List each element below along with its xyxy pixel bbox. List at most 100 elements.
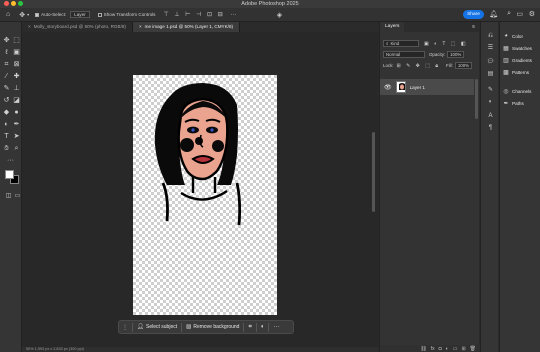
path-select-icon[interactable]: ➤	[12, 132, 21, 141]
3d-mode-icon[interactable]: ◈	[277, 11, 282, 19]
panel-menu-icon[interactable]: ≡	[472, 22, 475, 32]
frame-tool-icon[interactable]: ⊠	[12, 60, 21, 69]
tab-layers[interactable]: Layers	[380, 22, 405, 32]
hand-tool-icon[interactable]: ✋︎	[2, 144, 11, 153]
brushes-icon[interactable]: ✎	[486, 86, 495, 95]
comments-icon[interactable]: 💬︎	[486, 58, 495, 67]
add-mask-icon[interactable]: ◘	[439, 346, 442, 352]
settings-icon[interactable]: ⚙	[529, 10, 535, 18]
new-group-icon[interactable]: ▭	[453, 346, 458, 352]
align-buttons[interactable]: ⊤ ⊥ ⊢ ⊣ ⊡ ⊟	[163, 11, 224, 18]
auto-select-label: Auto-Select:	[41, 12, 67, 17]
auto-select-checkbox[interactable]: Auto-Select:	[35, 12, 66, 17]
eye-visibility-icon[interactable]: 👁︎	[384, 84, 392, 91]
portrait-drawing	[154, 83, 242, 226]
healing-brush-icon[interactable]: ✚	[12, 72, 21, 81]
trash-icon[interactable]: 🗑︎	[470, 346, 476, 352]
workspace-icon[interactable]: ▭	[516, 10, 523, 18]
filter-icons[interactable]: ▣ ◐ T ⬚ ◧	[424, 41, 468, 47]
remove-background-button[interactable]: ▨ Remove background	[186, 324, 239, 330]
eraser-tool-icon[interactable]: ◪	[12, 96, 21, 105]
type-tool-icon[interactable]: T	[2, 132, 11, 141]
lock-fill-row: Lock: ⊞ ✎ ✥ ⬚ 🔒︎ Fill: 100%	[380, 62, 480, 69]
libraries-icon[interactable]: ▤	[486, 70, 495, 79]
dodge-tool-icon[interactable]: ◐	[2, 120, 11, 129]
vertical-scrollbar[interactable]	[372, 132, 375, 212]
layers-scrollbar[interactable]	[475, 79, 478, 119]
more-options-icon[interactable]: ···	[273, 324, 279, 330]
search-icon[interactable]: ⌕	[507, 10, 511, 18]
layers-footer: ⛓︎ fx ◘ ◐ ▭ ⊞ 🗑︎	[380, 345, 480, 352]
zoom-tool-icon[interactable]: ⌕	[12, 144, 21, 153]
move-tool-icon[interactable]: ✥	[19, 11, 25, 19]
panel-gradients[interactable]: ▥ Gradients	[503, 57, 532, 64]
panel-label: Color	[512, 33, 523, 39]
link-layers-icon[interactable]: ⛓︎	[420, 346, 426, 352]
more-options-icon[interactable]: ···	[231, 12, 237, 18]
tab-molly-storyboard[interactable]: × Molly_storyboard.psd @ 50% (photo, RGB/…	[22, 22, 133, 32]
screen-mode-icon[interactable]: ▭	[13, 192, 22, 201]
object-select-icon[interactable]: ▣	[12, 48, 21, 57]
auto-select-target-dropdown[interactable]: Layer	[70, 11, 90, 18]
quick-mask-icon[interactable]: ◫	[4, 192, 13, 201]
panel-patterns[interactable]: ▩ Patterns	[503, 69, 529, 76]
artboard-tool-icon[interactable]: ⬚	[12, 36, 21, 45]
eyedropper-icon[interactable]: ⁄	[2, 72, 11, 81]
adjustment-icon[interactable]: ◐	[261, 324, 265, 330]
move-tool-icon[interactable]: ✥	[2, 36, 11, 45]
new-layer-icon[interactable]: ⊞	[461, 346, 465, 352]
blend-opacity-row: Normal Opacity: 100%	[380, 51, 480, 58]
foreground-color-swatch[interactable]	[5, 170, 14, 179]
panel-label: Patterns	[512, 70, 530, 75]
fx-icon[interactable]: fx	[431, 346, 435, 352]
color-wheel-icon: ◕	[504, 33, 508, 39]
lock-icons[interactable]: ⊞ ✎ ✥ ⬚ 🔒︎	[397, 63, 441, 69]
tab-me-image[interactable]: × me image 1.psd @ 50% (Layer 1, CMYK/8)	[132, 22, 241, 32]
panel-color[interactable]: ◕ Color	[503, 33, 523, 39]
stamp-tool-icon[interactable]: ⊥	[12, 84, 21, 93]
properties-icon[interactable]: ☰	[486, 44, 495, 53]
more-tools-icon[interactable]: ···	[6, 156, 15, 165]
paragraph-icon[interactable]: ¶	[486, 124, 495, 133]
panel-swatches[interactable]: ▦ Swatches	[503, 45, 532, 52]
lasso-tool-icon[interactable]: ℓ	[2, 48, 11, 57]
divider	[268, 322, 270, 332]
fill-field[interactable]: 100%	[454, 62, 473, 69]
photoshop-window: Adobe Photoshop 2025 ⌂ ✥ ▾ Auto-Select: …	[0, 0, 540, 352]
opacity-field[interactable]: 100%	[447, 51, 465, 58]
adjustment-layer-icon[interactable]: ◐	[446, 346, 449, 352]
layer-thumbnail	[395, 81, 406, 93]
tab-label: Molly_storyboard.psd @ 50% (photo, RGB/8…	[33, 24, 126, 29]
character-icon[interactable]: A	[486, 112, 495, 121]
checkbox-unchecked-icon	[97, 12, 102, 17]
document-canvas[interactable]	[133, 75, 277, 315]
kind-filter-dropdown[interactable]: ⌕ Kind	[383, 40, 419, 47]
layer-row[interactable]: 👁︎ Layer 1	[380, 79, 474, 95]
pen-tool-icon[interactable]: ✒	[12, 120, 21, 129]
select-subject-button[interactable]: 👤︎ Select subject	[137, 324, 177, 330]
adjustments-icon[interactable]: ◐	[486, 98, 495, 107]
history-icon[interactable]: ⎌	[486, 32, 495, 41]
history-brush-icon[interactable]: ↺	[2, 96, 11, 105]
panel-tabs: Layers ≡	[380, 22, 479, 32]
blur-tool-icon[interactable]: ●	[12, 108, 21, 117]
canvas-workspace[interactable]	[22, 32, 378, 347]
crop-icon[interactable]: ⌗	[248, 324, 251, 331]
opacity-label: Opacity:	[429, 52, 446, 57]
drag-handle-icon[interactable]: ⋮	[122, 324, 128, 331]
tools-panel: ✥ ⬚ ℓ ▣ ⌗ ⊠ ⁄ ✚ ✎ ⊥ ↺ ◪ ◆ ● ◐ ✒ T ➤ ✋︎ ⌕…	[0, 22, 22, 352]
crop-tool-icon[interactable]: ⌗	[2, 60, 11, 69]
panel-channels[interactable]: ◎ Channels	[503, 88, 531, 95]
share-button[interactable]: Share	[463, 10, 484, 19]
close-tab-icon[interactable]: ×	[139, 24, 142, 29]
chevron-down-icon[interactable]: ▾	[27, 12, 29, 17]
transform-controls-checkbox[interactable]: Show Transform Controls	[97, 12, 155, 17]
blend-mode-dropdown[interactable]: Normal	[383, 51, 425, 58]
home-icon[interactable]: ⌂	[6, 11, 10, 18]
close-tab-icon[interactable]: ×	[28, 24, 31, 29]
brush-tool-icon[interactable]: ✎	[2, 84, 11, 93]
panel-paths[interactable]: ✒ Paths	[503, 100, 523, 107]
notifications-icon[interactable]: 🔔︎	[489, 10, 498, 18]
paint-bucket-icon[interactable]: ◆	[2, 108, 11, 117]
swatches-grid-icon: ▦	[503, 46, 509, 52]
